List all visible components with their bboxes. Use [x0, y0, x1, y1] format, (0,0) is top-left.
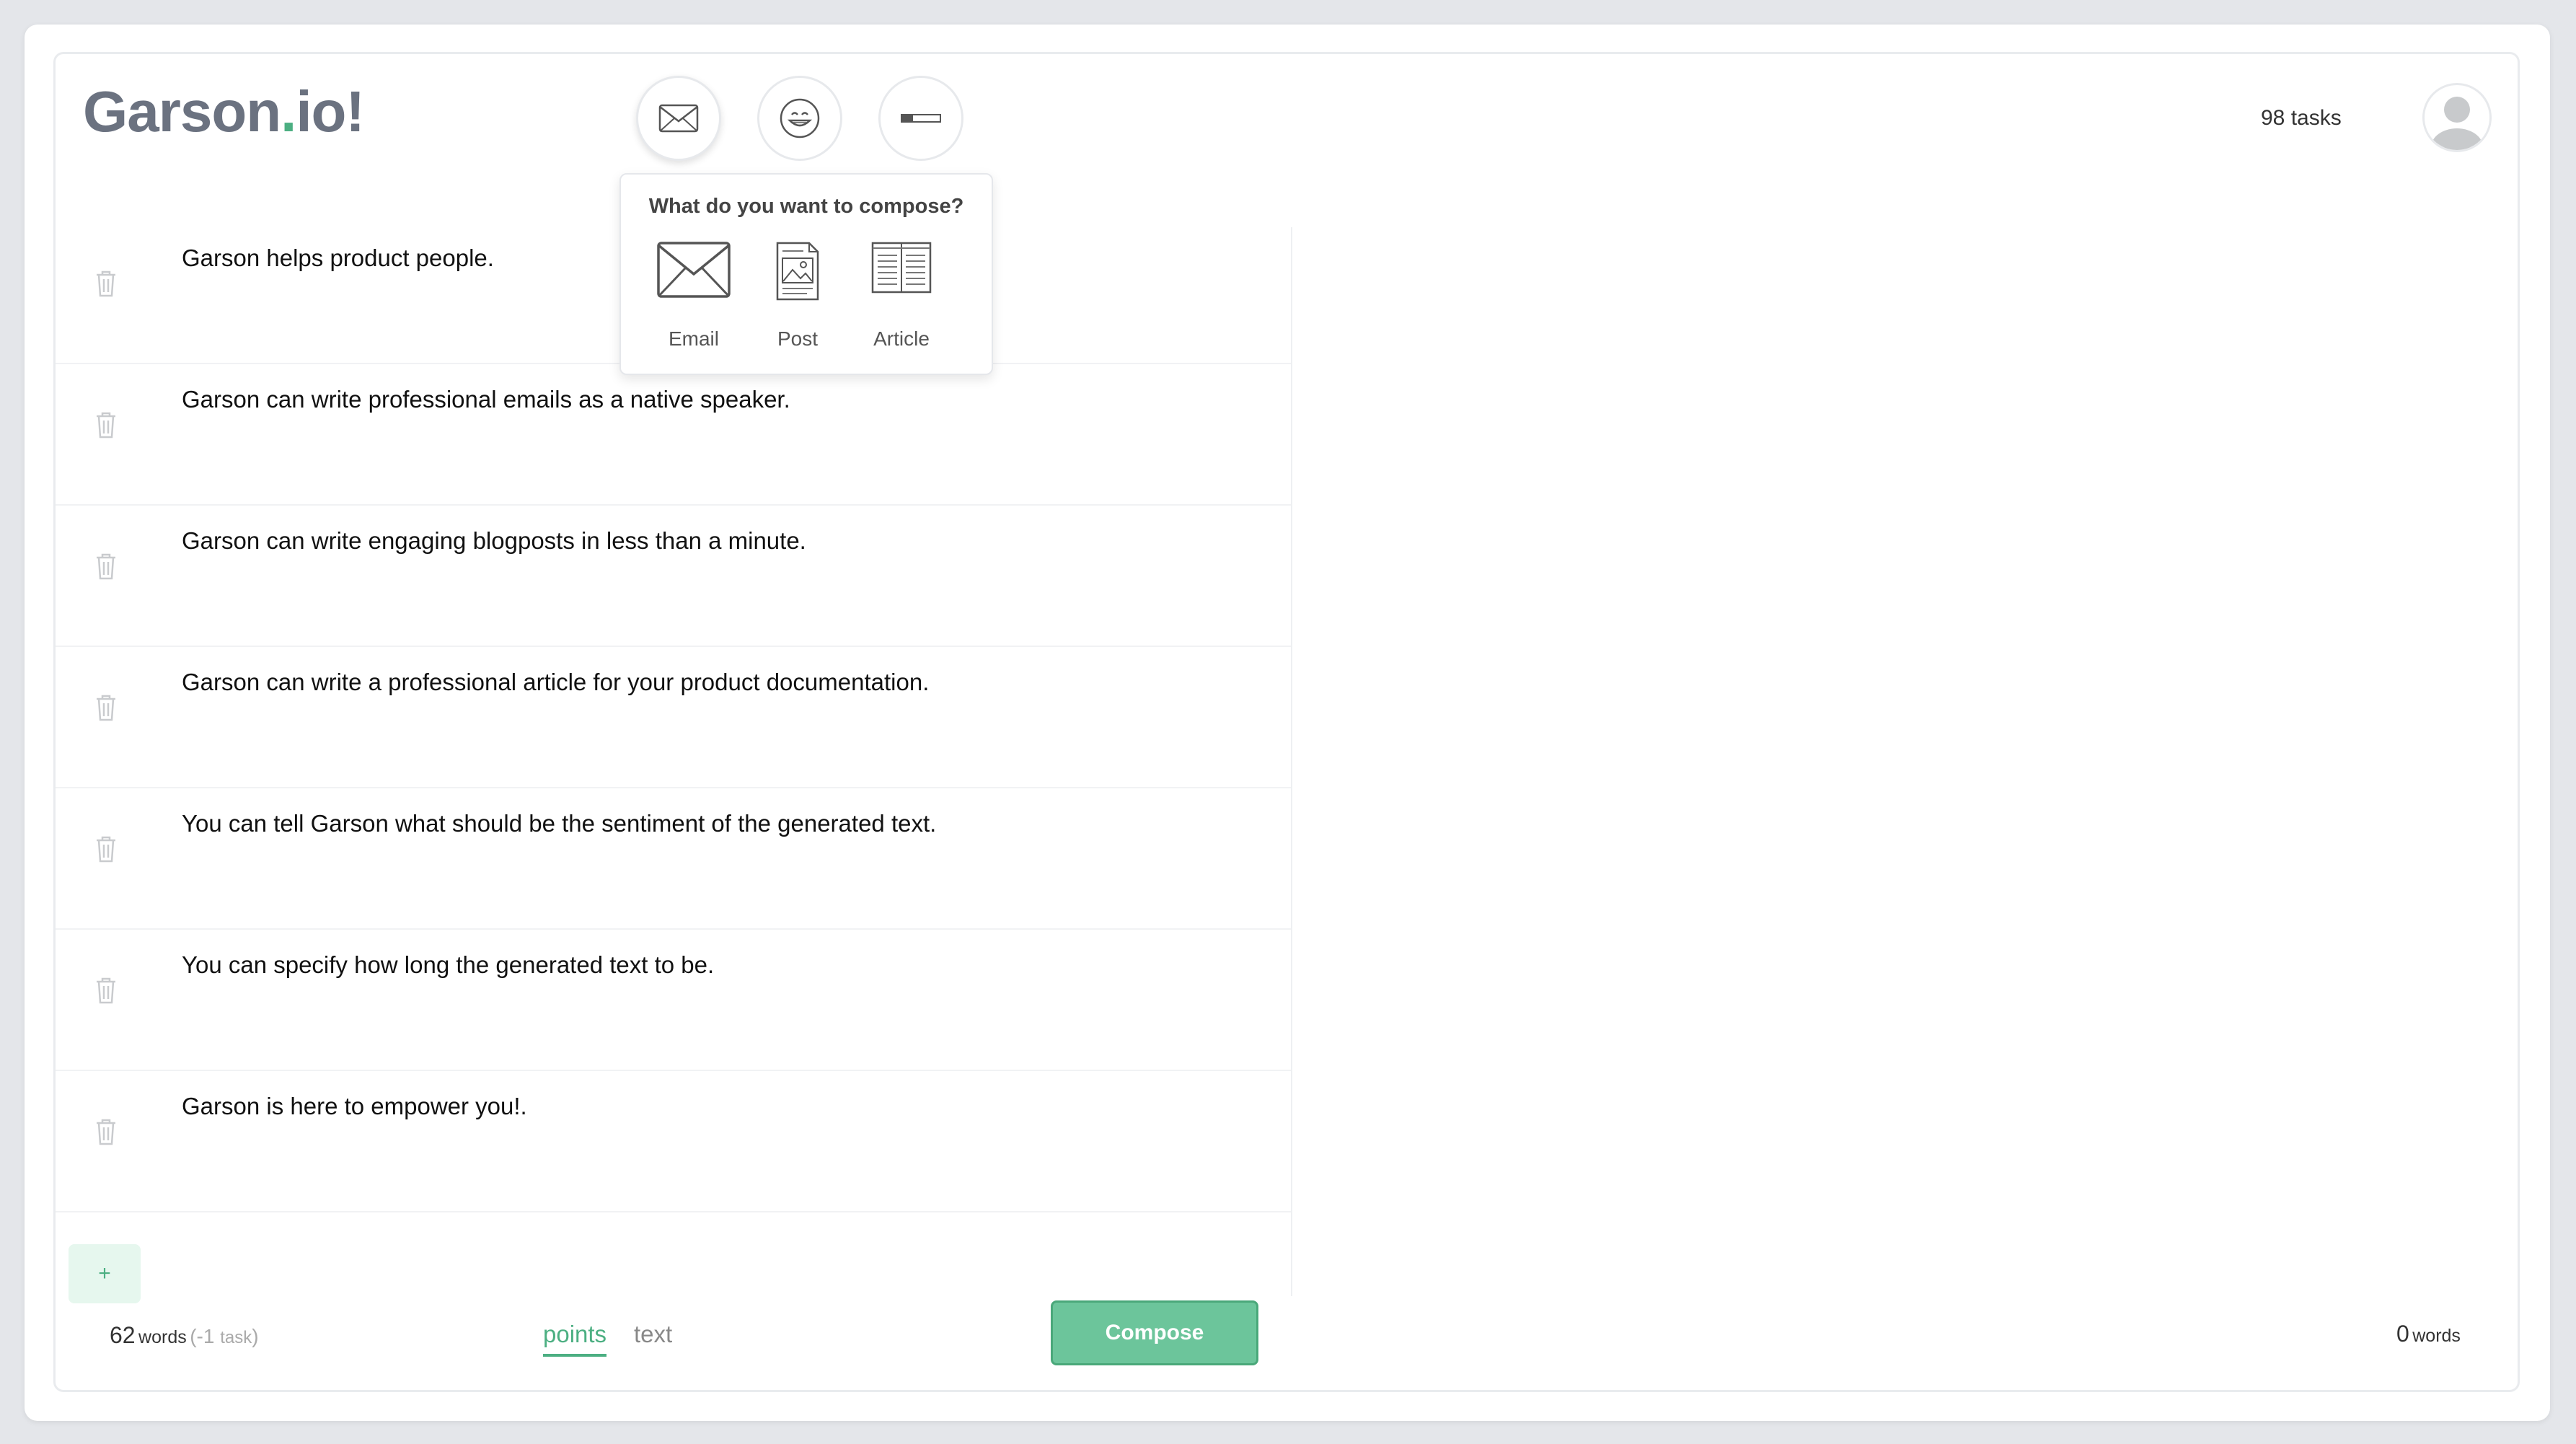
- avatar[interactable]: [2422, 83, 2492, 152]
- option-post[interactable]: Post: [747, 241, 848, 350]
- point-text[interactable]: You can specify how long the generated t…: [182, 951, 714, 979]
- column-divider: [1291, 227, 1292, 1296]
- app-window: Garson.io! 98 tasks What do you want to …: [25, 25, 2550, 1421]
- word-count: 62 words (-1 task): [110, 1322, 259, 1348]
- list-item[interactable]: You can specify how long the generated t…: [56, 930, 1291, 1071]
- add-point-button[interactable]: +: [69, 1244, 141, 1303]
- point-text[interactable]: Garson can write a professional article …: [182, 669, 929, 696]
- post-icon: [776, 242, 819, 301]
- trash-icon[interactable]: [94, 552, 118, 581]
- point-text[interactable]: Garson is here to empower you!.: [182, 1093, 527, 1120]
- envelope-icon: [658, 104, 699, 133]
- tasks-count: 98 tasks: [2261, 106, 2342, 130]
- article-icon: [871, 242, 932, 294]
- output-word-count: 0 words: [2396, 1321, 2461, 1347]
- option-article[interactable]: Article: [851, 241, 952, 350]
- list-item[interactable]: You can tell Garson what should be the s…: [56, 788, 1291, 930]
- main-panel: Garson.io! 98 tasks What do you want to …: [53, 52, 2520, 1392]
- point-text[interactable]: Garson can write professional emails as …: [182, 386, 790, 413]
- length-button[interactable]: [878, 76, 963, 161]
- point-text[interactable]: Garson can write engaging blogposts in l…: [182, 527, 806, 555]
- compose-button[interactable]: Compose: [1051, 1300, 1258, 1365]
- list-item[interactable]: Garson can write engaging blogposts in l…: [56, 506, 1291, 647]
- trash-icon[interactable]: [94, 976, 118, 1005]
- compose-type-button[interactable]: [636, 76, 721, 161]
- email-icon: [657, 242, 731, 298]
- length-slider-icon: [901, 114, 941, 123]
- smiley-icon: [780, 98, 820, 138]
- trash-icon[interactable]: [94, 269, 118, 298]
- sentiment-button[interactable]: [757, 76, 842, 161]
- list-item[interactable]: Garson can write a professional article …: [56, 647, 1291, 788]
- trash-icon[interactable]: [94, 410, 118, 439]
- option-email[interactable]: Email: [643, 241, 744, 350]
- option-post-label: Post: [777, 327, 819, 350]
- list-item[interactable]: Garson is here to empower you!.: [56, 1071, 1291, 1212]
- option-article-label: Article: [873, 327, 930, 350]
- list-item[interactable]: Garson can write professional emails as …: [56, 364, 1291, 506]
- trash-icon[interactable]: [94, 835, 118, 863]
- option-email-label: Email: [668, 327, 719, 350]
- user-icon: [2431, 97, 2483, 150]
- trash-icon[interactable]: [94, 693, 118, 722]
- logo: Garson.io!: [83, 79, 365, 144]
- point-text[interactable]: Garson helps product people.: [182, 245, 494, 272]
- trash-icon[interactable]: [94, 1117, 118, 1146]
- tab-text[interactable]: text: [634, 1321, 672, 1348]
- point-text[interactable]: You can tell Garson what should be the s…: [182, 810, 936, 837]
- compose-type-popover: What do you want to compose? Email Post …: [619, 173, 993, 375]
- tab-points[interactable]: points: [543, 1321, 607, 1357]
- popover-title: What do you want to compose?: [648, 195, 964, 218]
